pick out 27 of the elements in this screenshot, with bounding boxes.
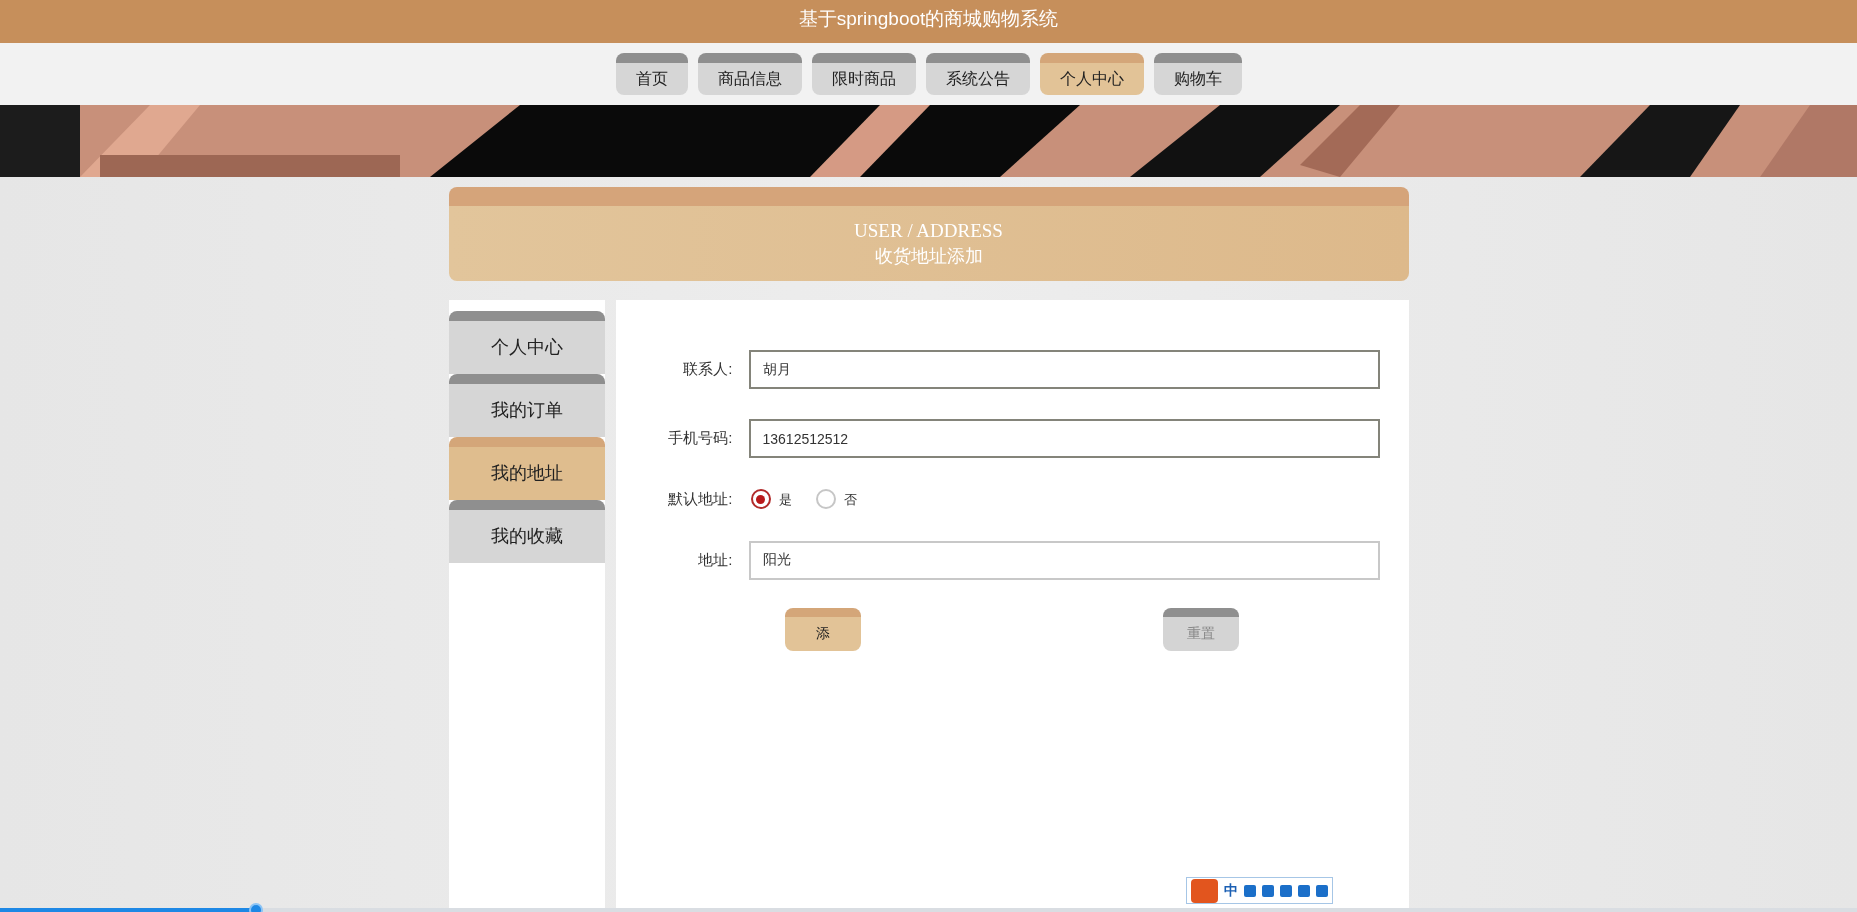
field-label: 联系人: (682, 359, 734, 380)
nav-tab[interactable]: 商品信息 (697, 53, 802, 95)
nav-tab[interactable]: 首页 (615, 53, 688, 95)
sidebar-item[interactable]: 我的收藏 (448, 500, 605, 563)
sidebar-item[interactable]: 个人中心 (448, 311, 605, 374)
nav-tab[interactable]: 个人中心 (1039, 53, 1144, 95)
input-field[interactable]: 胡月 (748, 350, 1380, 389)
page-subtitle: USER / ADDRESS (853, 219, 1004, 243)
input-field[interactable]: 阳光 (748, 540, 1380, 580)
nav-tab[interactable]: 限时商品 (811, 53, 916, 95)
radio-button[interactable] (815, 489, 836, 510)
radio-button[interactable] (750, 489, 771, 510)
nav-tab[interactable]: 购物车 (1153, 53, 1242, 95)
field-label: 手机号码: (667, 428, 734, 449)
sidebar-item[interactable]: 我的地址 (448, 437, 605, 500)
ime-mode[interactable]: 中 (1224, 880, 1238, 901)
radio-label: 否 (843, 490, 857, 509)
sidebar-item[interactable]: 我的订单 (448, 374, 605, 437)
add-button[interactable]: 添 (784, 607, 861, 651)
ime-logo-icon (1191, 878, 1218, 903)
site-title: 基于springboot的商城购物系统 (0, 0, 1857, 43)
page-title: 收货地址添加 (873, 245, 984, 268)
field-label: 地址: (697, 549, 734, 570)
input-field[interactable]: 13612512512 (748, 419, 1380, 458)
radio-label: 是 (778, 490, 792, 509)
nav-tab[interactable]: 系统公告 (925, 53, 1030, 95)
field-label: 默认地址: (667, 489, 734, 509)
